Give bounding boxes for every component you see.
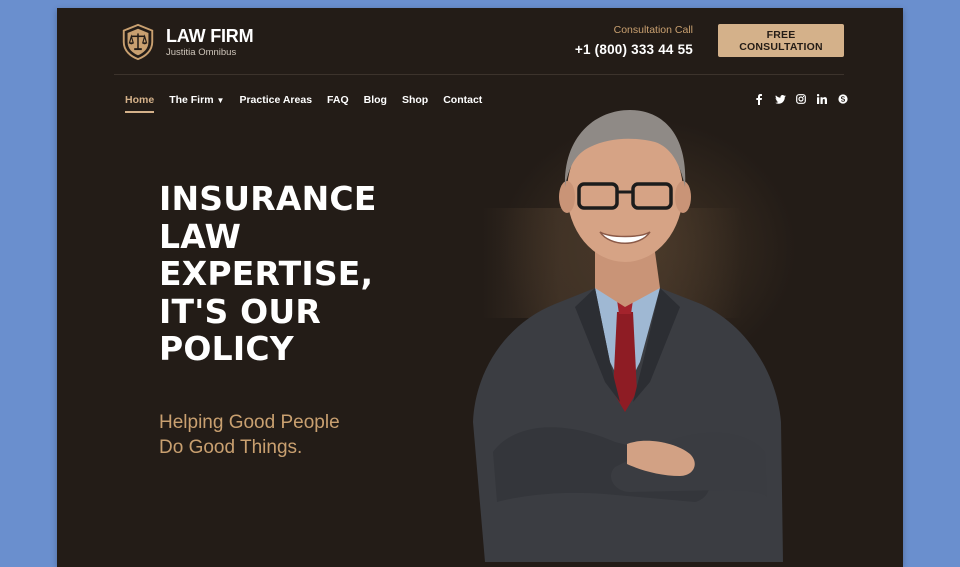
header-divider xyxy=(114,74,844,75)
nav-item-label: Practice Areas xyxy=(239,94,313,106)
website-frame: LAW FIRM Justitia Omnibus Consultation C… xyxy=(57,8,903,567)
logo-title: LAW FIRM xyxy=(166,25,254,46)
nav-item-label: Shop xyxy=(401,94,429,106)
headline-line: IT'S OUR xyxy=(159,291,322,331)
nav-item-shop[interactable]: Shop xyxy=(402,94,428,106)
subheadline-line: Do Good Things. xyxy=(159,437,303,458)
headline-line: LAW xyxy=(159,216,242,256)
headline-line: POLICY xyxy=(159,329,294,368)
hero-subheadline: Helping Good People Do Good Things. xyxy=(159,410,340,460)
nav-item-label: The Firm xyxy=(169,94,214,106)
nav-item-the-firm[interactable]: The Firm ▼ xyxy=(169,94,224,106)
headline-line: INSURANCE xyxy=(159,179,377,218)
subheadline-line: Helping Good People xyxy=(159,412,340,433)
linkedin-icon[interactable] xyxy=(815,92,829,106)
nav-item-label: Home xyxy=(125,94,155,106)
nav-item-faq[interactable]: FAQ xyxy=(327,94,349,106)
logo-subtitle: Justitia Omnibus xyxy=(166,46,237,58)
chevron-down-icon: ▼ xyxy=(216,95,225,105)
hero-headline: INSURANCE LAW EXPERTISE, IT'S OUR POLICY xyxy=(159,180,377,368)
nav-item-label: Blog xyxy=(363,94,387,106)
free-consultation-button[interactable]: FREE CONSULTATION xyxy=(718,24,844,57)
skype-icon[interactable] xyxy=(836,92,850,106)
headline-line: EXPERTISE, xyxy=(159,254,374,293)
consultation-label: Consultation Call xyxy=(613,24,693,36)
lawyer-portrait-image xyxy=(473,110,783,562)
nav-item-blog[interactable]: Blog xyxy=(364,94,387,106)
nav-item-label: FAQ xyxy=(327,94,349,106)
shield-scales-icon xyxy=(122,23,154,61)
phone-number[interactable]: +1 (800) 333 44 55 xyxy=(575,41,693,58)
nav-item-home[interactable]: Home xyxy=(125,94,155,113)
main-nav: Home The Firm ▼ Practice Areas FAQ Blog … xyxy=(125,94,497,113)
nav-item-practice-areas[interactable]: Practice Areas xyxy=(239,94,312,106)
logo[interactable]: LAW FIRM Justitia Omnibus xyxy=(119,23,254,61)
consultation-contact: Consultation Call +1 (800) 333 44 55 xyxy=(575,24,693,58)
